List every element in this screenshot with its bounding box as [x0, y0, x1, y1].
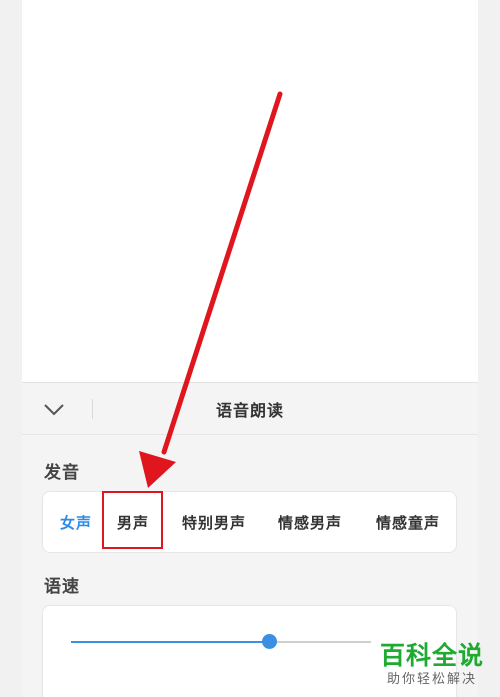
watermark-logo: 百科全说 助你轻松解决: [376, 641, 488, 689]
watermark-sub-text: 助你轻松解决: [386, 672, 477, 687]
annotation-arrow: [139, 91, 283, 488]
watermark-main-text: 百科全说: [379, 641, 484, 670]
